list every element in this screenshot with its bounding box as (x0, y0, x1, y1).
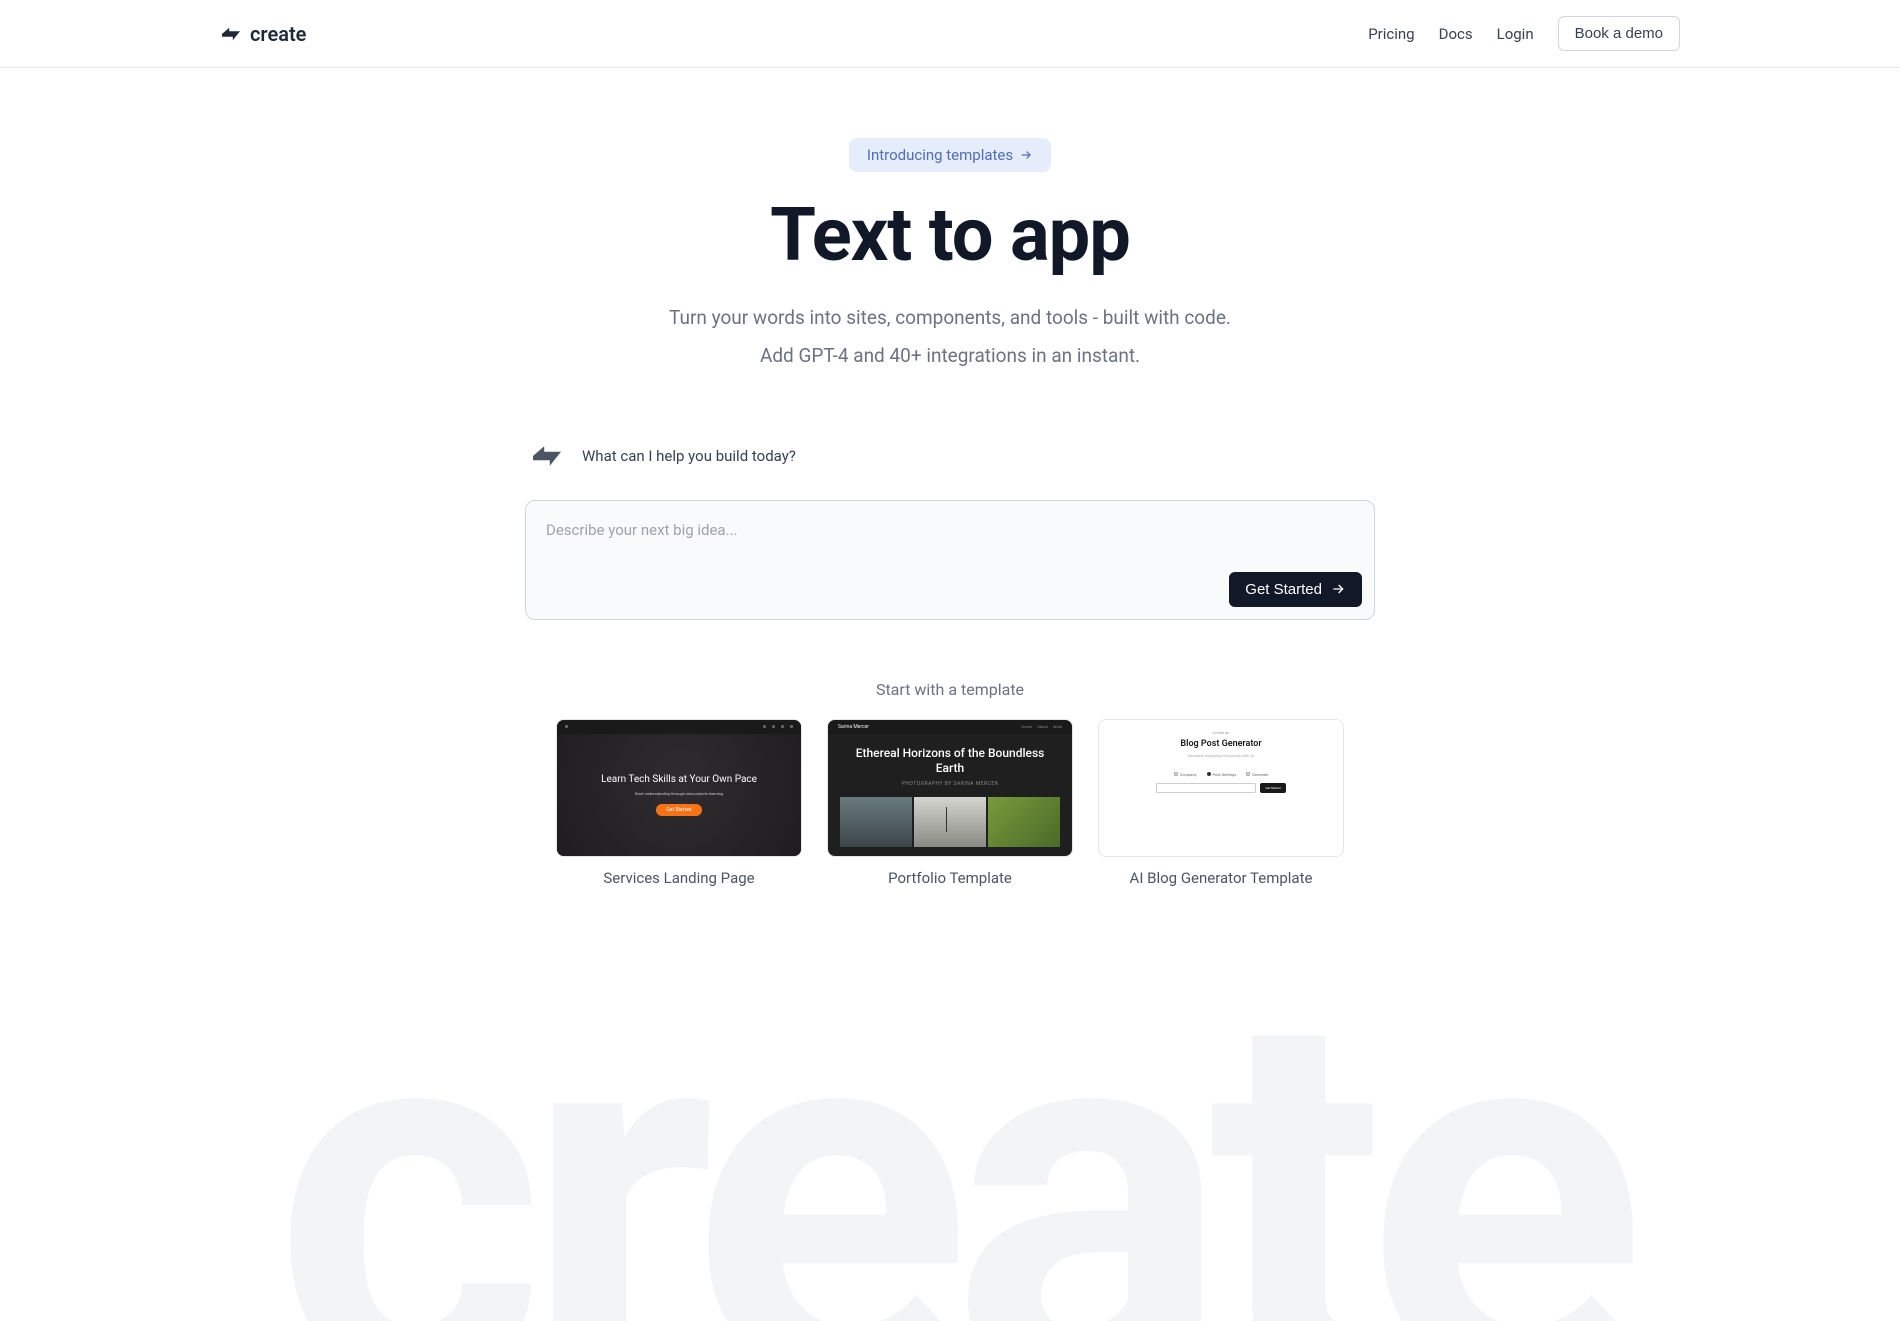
nav-pricing[interactable]: Pricing (1368, 25, 1414, 43)
header: create Pricing Docs Login Book a demo (0, 0, 1900, 68)
template-name: AI Blog Generator Template (1098, 869, 1344, 887)
announcement-text: Introducing templates (867, 146, 1013, 164)
template-preview: Sarina Mercer Home About Work Ethereal H… (827, 719, 1073, 857)
template-card-services[interactable]: Learn Tech Skills at Your Own Pace Start… (556, 719, 802, 887)
template-name: Portfolio Template (827, 869, 1073, 887)
background-brand-text: create (0, 941, 1900, 1321)
hero-subtitle-2: Add GPT-4 and 40+ integrations in an ins… (500, 341, 1400, 371)
get-started-button[interactable]: Get Started (1229, 572, 1362, 607)
logo-text: create (250, 22, 306, 46)
announcement-pill[interactable]: Introducing templates (849, 138, 1051, 172)
prompt-logo-icon (530, 442, 564, 470)
nav: Pricing Docs Login Book a demo (1368, 16, 1680, 51)
hero-section: Introducing templates Text to app Turn y… (500, 68, 1400, 372)
templates-section: Start with a template Learn Tech Skills … (525, 680, 1375, 887)
book-demo-button[interactable]: Book a demo (1558, 16, 1680, 51)
prompt-header: What can I help you build today? (525, 442, 1375, 470)
nav-docs[interactable]: Docs (1439, 25, 1473, 43)
template-preview: Learn Tech Skills at Your Own Pace Start… (556, 719, 802, 857)
hero-subtitle-1: Turn your words into sites, components, … (500, 303, 1400, 333)
idea-input[interactable] (546, 521, 1354, 557)
template-card-blog-generator[interactable]: Create an Blog Post Generator Generate e… (1098, 719, 1344, 887)
prompt-greeting: What can I help you build today? (582, 447, 796, 465)
nav-login[interactable]: Login (1497, 25, 1534, 43)
prompt-section: What can I help you build today? Get Sta… (525, 442, 1375, 620)
get-started-label: Get Started (1245, 581, 1322, 598)
template-name: Services Landing Page (556, 869, 802, 887)
template-preview: Create an Blog Post Generator Generate e… (1098, 719, 1344, 857)
arrow-right-icon (1330, 581, 1346, 597)
logo-icon (220, 25, 242, 43)
input-container: Get Started (525, 500, 1375, 620)
hero-title: Text to app (500, 192, 1400, 279)
logo[interactable]: create (220, 22, 306, 46)
template-card-portfolio[interactable]: Sarina Mercer Home About Work Ethereal H… (827, 719, 1073, 887)
templates-grid: Learn Tech Skills at Your Own Pace Start… (525, 719, 1375, 887)
arrow-right-icon (1019, 148, 1033, 162)
templates-heading: Start with a template (525, 680, 1375, 699)
